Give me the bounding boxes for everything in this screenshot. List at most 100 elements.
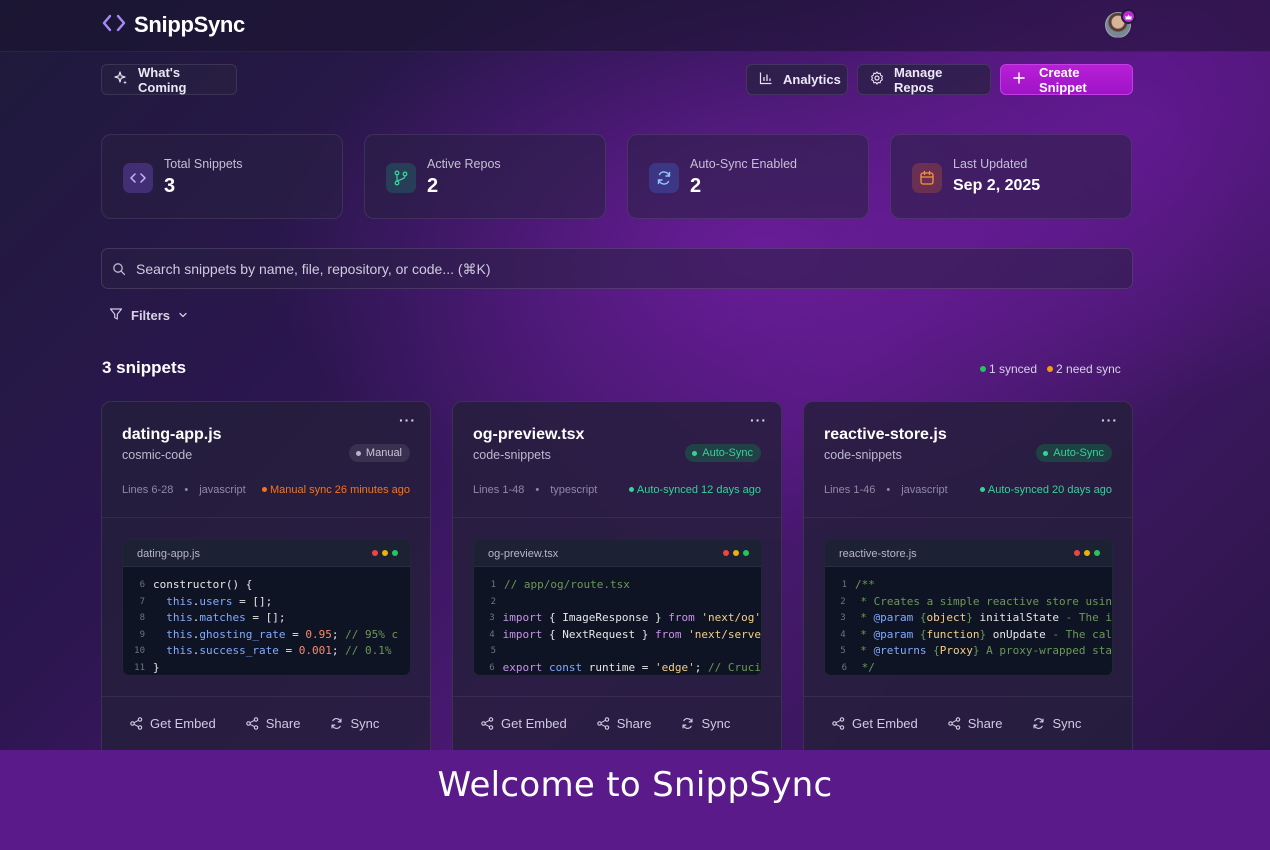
snippet-title[interactable]: dating-app.js <box>122 426 222 444</box>
get-embed-label: Get Embed <box>852 716 918 731</box>
sync-mode-badge: Manual <box>348 444 410 462</box>
analytics-button[interactable]: Analytics <box>746 64 848 95</box>
status-dot <box>979 487 985 492</box>
filters-toggle[interactable]: Filters <box>109 307 188 324</box>
share-icon <box>246 717 259 730</box>
top-navbar: SnippSync <box>0 0 1270 52</box>
status-dot <box>628 487 634 492</box>
get-embed-button[interactable]: Get Embed <box>130 716 216 731</box>
divider <box>102 517 430 518</box>
stat-label: Total Snippets <box>164 157 243 171</box>
badge-label: Auto-Sync <box>702 447 753 459</box>
line-range: Lines 6-28 <box>122 484 174 496</box>
stat-value: 2 <box>690 175 702 197</box>
snippet-card[interactable]: ··· og-preview.tsx code-snippets Auto-Sy… <box>452 401 782 750</box>
more-menu-button[interactable]: ··· <box>399 412 416 428</box>
language: javascript <box>901 484 948 496</box>
badge-label: Auto-Sync <box>1053 447 1104 459</box>
meta-separator: • <box>184 484 189 496</box>
create-snippet-button[interactable]: Create Snippet <box>1000 64 1133 95</box>
code-preview: og-preview.tsx 1// app/og/route.tsx 2 3 imp… <box>473 539 762 676</box>
refresh-icon <box>649 163 679 193</box>
get-embed-label: Get Embed <box>501 716 567 731</box>
app-window: SnippSync What's Coming Analytics Manage… <box>0 0 1270 750</box>
synced-dot <box>980 366 986 372</box>
synced-count: 1 synced <box>980 362 1037 376</box>
bar-chart-icon <box>759 71 773 88</box>
divider <box>804 517 1132 518</box>
welcome-caption: Welcome to SnippSync <box>0 750 1270 850</box>
search-input[interactable] <box>136 249 1116 288</box>
filter-icon <box>109 307 123 324</box>
share-button[interactable]: Share <box>597 716 651 731</box>
get-embed-button[interactable]: Get Embed <box>832 716 918 731</box>
code-filename: reactive-store.js <box>839 548 917 560</box>
code-brackets-logo-icon <box>102 14 126 37</box>
code-header: reactive-store.js <box>825 540 1112 567</box>
share-button[interactable]: Share <box>948 716 1003 731</box>
manage-repos-label: Manage Repos <box>894 64 943 95</box>
get-embed-button[interactable]: Get Embed <box>481 716 567 731</box>
sync-icon <box>1033 718 1045 729</box>
snippet-title[interactable]: og-preview.tsx <box>473 426 584 444</box>
sparkles-icon <box>114 71 128 88</box>
snippet-title[interactable]: reactive-store.js <box>824 426 947 444</box>
meta-separator: • <box>886 484 891 496</box>
stat-active-repos: Active Repos 2 <box>364 134 606 219</box>
plus-icon <box>1013 72 1025 87</box>
snippet-card[interactable]: ··· dating-app.js cosmic-code Manual Lin… <box>101 401 431 750</box>
line-range: Lines 1-48 <box>473 484 525 496</box>
card-actions: Get Embed Share Sync <box>481 716 730 731</box>
whats-coming-button[interactable]: What's Coming <box>101 64 237 95</box>
share-button[interactable]: Share <box>246 716 300 731</box>
stat-value: 2 <box>427 175 439 197</box>
more-menu-button[interactable]: ··· <box>1101 412 1118 428</box>
synced-label: 1 synced <box>989 362 1038 376</box>
line-range: Lines 1-46 <box>824 484 876 496</box>
sync-button[interactable]: Sync <box>681 716 730 731</box>
filters-label: Filters <box>131 308 171 323</box>
sync-button[interactable]: Sync <box>1032 716 1081 731</box>
divider <box>804 696 1132 697</box>
share-icon <box>948 717 961 730</box>
sync-label: Sync <box>1052 716 1082 731</box>
code-header: dating-app.js <box>123 540 410 567</box>
stat-label: Last Updated <box>953 157 1028 171</box>
card-actions: Get Embed Share Sync <box>130 716 379 731</box>
badge-label: Manual <box>365 447 402 459</box>
sync-label: Sync <box>701 716 731 731</box>
share-icon <box>597 717 610 730</box>
sync-status-text: Auto-synced 20 days ago <box>987 484 1112 496</box>
badge-dot <box>355 450 361 456</box>
brand[interactable]: SnippSync <box>102 12 245 38</box>
whats-coming-label: What's Coming <box>138 64 187 95</box>
sync-status: Manual sync 26 minutes ago <box>261 484 410 496</box>
sync-button[interactable]: Sync <box>330 716 379 731</box>
crown-badge-icon <box>1121 9 1136 24</box>
sync-status-text: Manual sync 26 minutes ago <box>269 484 410 496</box>
code-preview: reactive-store.js 1/** 2 * Creates a simp… <box>824 539 1113 676</box>
share-label: Share <box>967 716 1003 731</box>
code-preview: dating-app.js 6 constructor() {7 this.use… <box>122 539 411 676</box>
sync-label: Sync <box>350 716 380 731</box>
more-menu-button[interactable]: ··· <box>750 412 767 428</box>
card-actions: Get Embed Share Sync <box>832 716 1081 731</box>
calendar-icon <box>912 163 942 193</box>
snippet-card[interactable]: ··· reactive-store.js code-snippets Auto… <box>803 401 1133 750</box>
embed-share-icon <box>832 717 845 730</box>
sync-mode-badge: Auto-Sync <box>1036 444 1112 462</box>
stat-total-snippets: Total Snippets 3 <box>101 134 343 219</box>
snippet-repo: cosmic-code <box>122 448 193 462</box>
snippet-meta: Lines 1-48 • typescript Auto-synced 12 d… <box>473 484 761 496</box>
stat-label: Active Repos <box>427 157 501 171</box>
embed-share-icon <box>481 717 494 730</box>
sync-summary: 1 synced 2 need sync <box>980 362 1121 376</box>
stat-last-updated: Last Updated Sep 2, 2025 <box>890 134 1132 219</box>
analytics-label: Analytics <box>783 72 841 87</box>
sync-status: Auto-synced 20 days ago <box>979 484 1112 496</box>
divider <box>453 517 781 518</box>
need-sync-label: 2 need sync <box>1056 362 1121 376</box>
manage-repos-button[interactable]: Manage Repos <box>857 64 991 95</box>
create-snippet-label: Create Snippet <box>1039 64 1087 95</box>
code-lines: 1// app/og/route.tsx 2 3 import { ImageResp… <box>489 578 761 674</box>
